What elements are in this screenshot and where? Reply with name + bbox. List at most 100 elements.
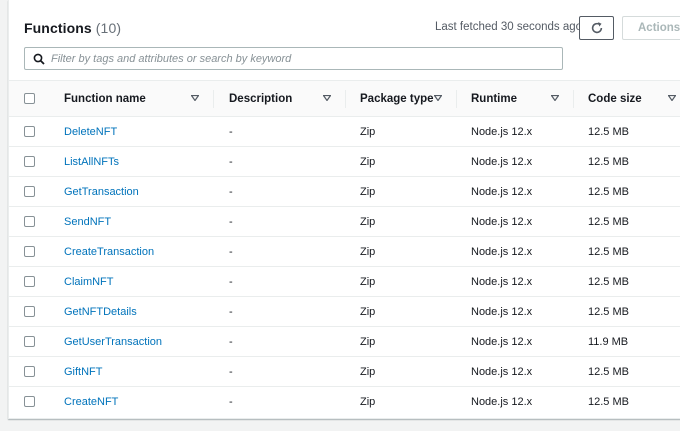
caret-down-icon[interactable]	[434, 95, 442, 101]
table-header: Function name Description Package type R…	[9, 80, 680, 117]
description-cell: -	[229, 156, 233, 168]
runtime-cell: Node.js 12.x	[471, 396, 533, 408]
column-divider	[456, 90, 457, 108]
function-name-link[interactable]: ListAllNFTs	[64, 147, 119, 177]
runtime-cell: Node.js 12.x	[471, 216, 533, 228]
package-type-cell: Zip	[360, 186, 376, 198]
description-cell: -	[229, 366, 233, 378]
page-title: Functions (10)	[24, 20, 121, 36]
search-box[interactable]	[24, 47, 563, 70]
code-size-cell: 12.5 MB	[588, 246, 629, 258]
function-name-link[interactable]: GetNFTDetails	[64, 297, 137, 327]
runtime-cell: Node.js 12.x	[471, 186, 533, 198]
row-checkbox[interactable]	[24, 126, 35, 137]
package-type-cell: Zip	[360, 156, 376, 168]
column-header-package-type[interactable]: Package type	[360, 81, 460, 117]
table-row: CreateNFT - Zip Node.js 12.x 12.5 MB	[9, 387, 680, 417]
column-divider	[345, 90, 346, 108]
runtime-cell: Node.js 12.x	[471, 306, 533, 318]
function-name-link[interactable]: CreateTransaction	[64, 237, 154, 267]
row-checkbox[interactable]	[24, 276, 35, 287]
table-row: GetNFTDetails - Zip Node.js 12.x 12.5 MB	[9, 297, 680, 327]
row-checkbox[interactable]	[24, 366, 35, 377]
description-cell: -	[229, 186, 233, 198]
column-header-code-size[interactable]: Code size	[588, 81, 680, 117]
column-header-function-name[interactable]: Function name	[64, 81, 204, 117]
table-body: DeleteNFT - Zip Node.js 12.x 12.5 MB Lis…	[9, 117, 680, 419]
column-label: Description	[229, 93, 293, 105]
runtime-cell: Node.js 12.x	[471, 366, 533, 378]
row-checkbox[interactable]	[24, 336, 35, 347]
package-type-cell: Zip	[360, 336, 376, 348]
table-row: DeleteNFT - Zip Node.js 12.x 12.5 MB	[9, 117, 680, 147]
code-size-cell: 12.5 MB	[588, 186, 629, 198]
description-cell: -	[229, 336, 233, 348]
description-cell: -	[229, 126, 233, 138]
code-size-cell: 12.5 MB	[588, 396, 629, 408]
row-checkbox[interactable]	[24, 186, 35, 197]
row-checkbox[interactable]	[24, 306, 35, 317]
caret-down-icon[interactable]	[668, 95, 676, 101]
column-label: Package type	[360, 93, 434, 105]
description-cell: -	[229, 396, 233, 408]
package-type-cell: Zip	[360, 216, 376, 228]
runtime-cell: Node.js 12.x	[471, 156, 533, 168]
select-all-checkbox[interactable]	[24, 93, 35, 104]
row-checkbox[interactable]	[24, 156, 35, 167]
code-size-cell: 12.5 MB	[588, 156, 629, 168]
code-size-cell: 11.9 MB	[588, 336, 629, 348]
actions-button[interactable]: Actions	[622, 16, 680, 40]
function-name-link[interactable]: SendNFT	[64, 207, 111, 237]
table-row: ListAllNFTs - Zip Node.js 12.x 12.5 MB	[9, 147, 680, 177]
table-row: SendNFT - Zip Node.js 12.x 12.5 MB	[9, 207, 680, 237]
package-type-cell: Zip	[360, 246, 376, 258]
column-header-runtime[interactable]: Runtime	[471, 81, 566, 117]
last-fetched-text: Last fetched 30 seconds ago	[435, 21, 583, 33]
row-checkbox[interactable]	[24, 216, 35, 227]
runtime-cell: Node.js 12.x	[471, 126, 533, 138]
code-size-cell: 12.5 MB	[588, 276, 629, 288]
column-divider	[573, 90, 574, 108]
runtime-cell: Node.js 12.x	[471, 276, 533, 288]
table-row: ClaimNFT - Zip Node.js 12.x 12.5 MB	[9, 267, 680, 297]
function-name-link[interactable]: DeleteNFT	[64, 117, 117, 147]
function-name-link[interactable]: GetTransaction	[64, 177, 139, 207]
function-name-link[interactable]: GetUserTransaction	[64, 327, 162, 357]
table-row: GetUserTransaction - Zip Node.js 12.x 11…	[9, 327, 680, 357]
runtime-cell: Node.js 12.x	[471, 246, 533, 258]
column-label: Runtime	[471, 93, 517, 105]
column-header-description[interactable]: Description	[229, 81, 339, 117]
description-cell: -	[229, 276, 233, 288]
function-name-link[interactable]: CreateNFT	[64, 387, 118, 417]
row-checkbox[interactable]	[24, 246, 35, 257]
row-checkbox[interactable]	[24, 396, 35, 407]
package-type-cell: Zip	[360, 126, 376, 138]
code-size-cell: 12.5 MB	[588, 216, 629, 228]
caret-down-icon[interactable]	[191, 95, 199, 101]
caret-down-icon[interactable]	[323, 95, 331, 101]
table-row: CreateTransaction - Zip Node.js 12.x 12.…	[9, 237, 680, 267]
refresh-icon	[591, 22, 602, 34]
search-input[interactable]	[51, 50, 556, 67]
package-type-cell: Zip	[360, 366, 376, 378]
function-name-link[interactable]: ClaimNFT	[64, 267, 114, 297]
functions-panel: Functions (10) Last fetched 30 seconds a…	[8, 0, 680, 419]
column-label: Function name	[64, 93, 146, 105]
column-divider	[213, 90, 214, 108]
panel-header: Functions (10) Last fetched 30 seconds a…	[9, 0, 680, 80]
refresh-button[interactable]	[579, 16, 614, 40]
package-type-cell: Zip	[360, 276, 376, 288]
code-size-cell: 12.5 MB	[588, 306, 629, 318]
description-cell: -	[229, 246, 233, 258]
package-type-cell: Zip	[360, 396, 376, 408]
function-name-link[interactable]: GiftNFT	[64, 357, 103, 387]
table-row: GiftNFT - Zip Node.js 12.x 12.5 MB	[9, 357, 680, 387]
caret-down-icon[interactable]	[551, 95, 559, 101]
description-cell: -	[229, 216, 233, 228]
table-row: GetTransaction - Zip Node.js 12.x 12.5 M…	[9, 177, 680, 207]
search-icon	[33, 53, 45, 65]
description-cell: -	[229, 306, 233, 318]
column-label: Code size	[588, 93, 642, 105]
code-size-cell: 12.5 MB	[588, 366, 629, 378]
code-size-cell: 12.5 MB	[588, 126, 629, 138]
